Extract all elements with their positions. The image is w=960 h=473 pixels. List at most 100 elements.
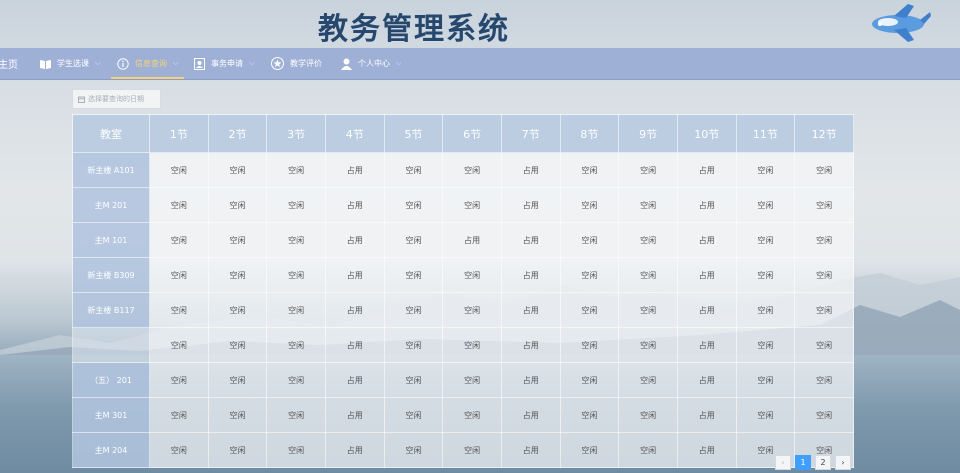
status-cell: 空闲 (794, 292, 854, 328)
table-row: 空闲 空闲 空闲 占用 空闲 空闲 占用 空闲 空闲 占用 空闲 空闲 (72, 327, 854, 363)
table-row: 主M 101 空闲 空闲 空闲 占用 空闲 占用 占用 空闲 空闲 占用 空闲 空闲 (72, 222, 854, 258)
nav-info-query[interactable]: 信息查询 ⌵ (110, 48, 185, 79)
status-cell: 空闲 (383, 362, 444, 398)
status-cell: 占用 (500, 187, 561, 223)
pagination: ‹ 1 2 › (771, 455, 851, 470)
header: 教务管理系统 (0, 0, 960, 48)
nav-personal-center[interactable]: 个人中心 ⌵ (341, 48, 401, 79)
status-cell: 空闲 (442, 397, 502, 433)
header-cell-period: 5节 (383, 114, 444, 153)
header-cell-period: 9节 (618, 114, 678, 153)
status-cell: 空闲 (383, 292, 444, 328)
status-cell: 占用 (324, 327, 385, 363)
status-cell: 空闲 (618, 432, 678, 468)
table-row: 主M 201 空闲 空闲 空闲 占用 空闲 空闲 占用 空闲 空闲 占用 空闲 空闲 (72, 187, 854, 223)
page-button-2[interactable]: 2 (815, 455, 831, 470)
status-cell: 空闲 (149, 152, 209, 188)
next-page-button[interactable]: › (835, 455, 851, 470)
status-cell: 空闲 (266, 222, 326, 258)
status-cell: 空闲 (618, 152, 678, 188)
status-cell: 占用 (324, 187, 385, 223)
status-cell: 空闲 (383, 432, 444, 468)
status-cell: 空闲 (735, 397, 796, 433)
status-cell: 占用 (676, 257, 737, 293)
status-cell: 空闲 (794, 257, 854, 293)
status-cell: 占用 (500, 327, 561, 363)
status-cell: 占用 (500, 152, 561, 188)
status-cell: 空闲 (618, 187, 678, 223)
status-cell: 空闲 (559, 362, 620, 398)
header-cell-period: 10节 (676, 114, 737, 153)
main-nav: 主页 学生选课 ⌵ 信息查询 ⌵ 事务申请 ⌵ 教学评价 个人中心 ⌵ (0, 48, 960, 80)
status-cell: 空闲 (149, 432, 209, 468)
status-cell: 空闲 (618, 292, 678, 328)
status-cell: 占用 (676, 292, 737, 328)
classroom-name-cell: （五） 201 (72, 362, 150, 398)
nav-home[interactable]: 主页 (0, 48, 18, 79)
date-picker-input[interactable]: 选择要查询的日期 (72, 89, 161, 109)
status-cell: 空闲 (794, 397, 854, 433)
status-cell: 空闲 (149, 257, 209, 293)
header-cell-classroom: 教室 (72, 114, 150, 153)
status-cell: 空闲 (618, 257, 678, 293)
status-cell: 空闲 (442, 152, 502, 188)
status-cell: 空闲 (207, 327, 268, 363)
header-cell-period: 3节 (266, 114, 326, 153)
header-cell-period: 7节 (500, 114, 561, 153)
status-cell: 空闲 (149, 187, 209, 223)
info-icon (117, 57, 129, 70)
calendar-icon (78, 96, 85, 103)
status-cell: 空闲 (383, 397, 444, 433)
status-cell: 占用 (324, 362, 385, 398)
status-cell: 占用 (676, 222, 737, 258)
status-cell: 空闲 (559, 222, 620, 258)
status-cell: 空闲 (794, 327, 854, 363)
table-row: 主M 301 空闲 空闲 空闲 占用 空闲 空闲 占用 空闲 空闲 占用 空闲 空闲 (72, 397, 854, 433)
status-cell: 空闲 (207, 187, 268, 223)
prev-page-button[interactable]: ‹ (775, 455, 791, 470)
header-cell-period: 4节 (324, 114, 385, 153)
header-cell-period: 11节 (735, 114, 796, 153)
status-cell: 空闲 (383, 257, 444, 293)
user-icon (341, 58, 352, 70)
classroom-name-cell (72, 327, 150, 363)
status-cell: 空闲 (266, 397, 326, 433)
status-cell: 占用 (500, 222, 561, 258)
status-cell: 空闲 (207, 152, 268, 188)
nav-affairs-application[interactable]: 事务申请 ⌵ (194, 48, 254, 79)
nav-label: 个人中心 (358, 59, 390, 68)
page-button-1[interactable]: 1 (795, 455, 811, 470)
status-cell: 占用 (324, 432, 385, 468)
nav-home-label: 主页 (0, 60, 18, 71)
status-cell: 空闲 (207, 257, 268, 293)
status-cell: 占用 (324, 152, 385, 188)
status-cell: 占用 (324, 397, 385, 433)
status-cell: 空闲 (559, 432, 620, 468)
status-cell: 占用 (500, 432, 561, 468)
nav-student-course-selection[interactable]: 学生选课 ⌵ (40, 48, 100, 79)
status-cell: 空闲 (266, 257, 326, 293)
status-cell: 空闲 (559, 257, 620, 293)
status-cell: 空闲 (442, 292, 502, 328)
status-cell: 占用 (676, 362, 737, 398)
status-cell: 占用 (676, 187, 737, 223)
header-cell-period: 2节 (207, 114, 268, 153)
status-cell: 空闲 (559, 327, 620, 363)
classroom-name-cell: 新主楼 B117 (72, 292, 150, 328)
nav-teaching-evaluation[interactable]: 教学评价 (271, 48, 322, 79)
status-cell: 空闲 (735, 222, 796, 258)
airplane-logo-icon (872, 4, 931, 42)
contact-card-icon (194, 57, 205, 70)
status-cell: 空闲 (207, 397, 268, 433)
header-cell-period: 8节 (559, 114, 620, 153)
status-cell: 空闲 (559, 292, 620, 328)
status-cell: 空闲 (618, 222, 678, 258)
chevron-down-icon: ⌵ (173, 59, 179, 67)
status-cell: 占用 (324, 222, 385, 258)
status-cell: 空闲 (266, 327, 326, 363)
status-cell: 空闲 (442, 327, 502, 363)
classroom-name-cell: 主M 101 (72, 222, 150, 258)
status-cell: 占用 (676, 397, 737, 433)
nav-label: 学生选课 (57, 59, 89, 68)
status-cell: 空闲 (618, 327, 678, 363)
